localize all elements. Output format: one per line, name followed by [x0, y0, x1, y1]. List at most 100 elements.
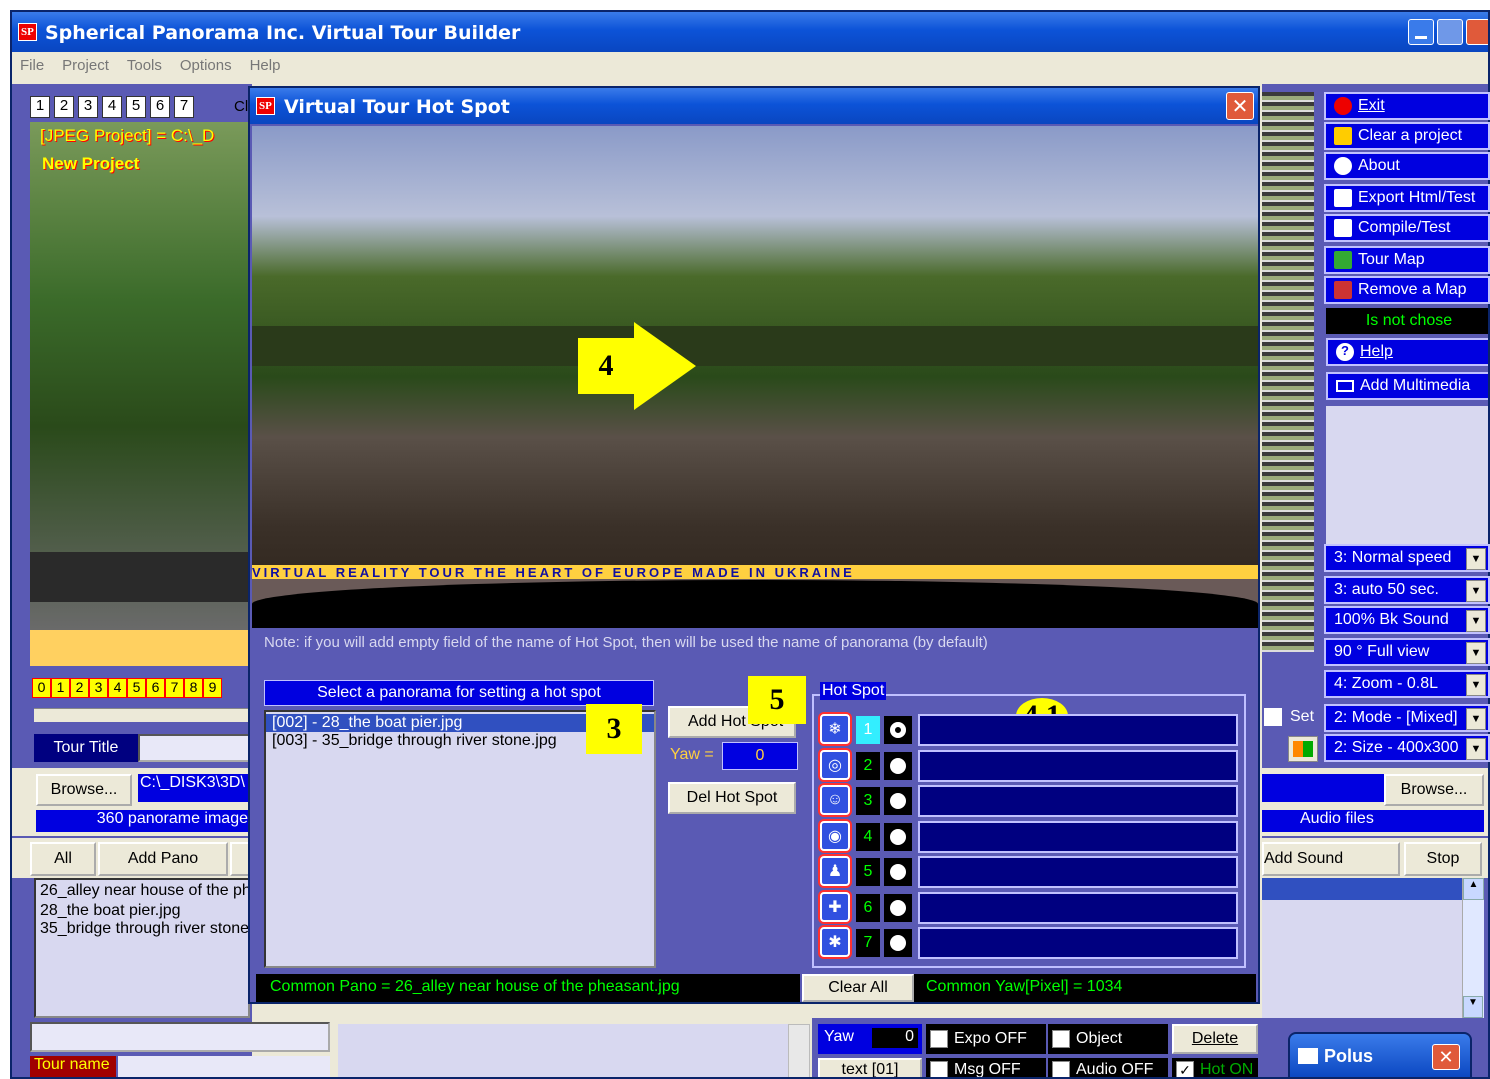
tab-7[interactable]: 7 — [174, 96, 194, 118]
set-checkbox[interactable] — [1264, 708, 1282, 726]
chevron-down-icon[interactable]: ▼ — [1466, 738, 1486, 760]
dropdown-2[interactable]: 100% Bk Sound ▼ — [1324, 606, 1490, 634]
left-bottom-input[interactable] — [30, 1022, 330, 1052]
audio-checkbox[interactable] — [1052, 1060, 1070, 1077]
chevron-down-icon[interactable]: ▼ — [1466, 708, 1486, 730]
right-button-5[interactable]: Tour Map — [1324, 246, 1490, 274]
hot-spot-name-field[interactable] — [918, 820, 1238, 853]
chevron-down-icon[interactable]: ▼ — [1466, 610, 1486, 632]
hot-spot-name-field[interactable] — [918, 785, 1238, 817]
right-button-0[interactable]: Exit — [1324, 92, 1490, 120]
dropdown-3[interactable]: 90 ° Full view ▼ — [1324, 638, 1490, 666]
chevron-down-icon[interactable]: ▼ — [1466, 580, 1486, 602]
color-picker-icon[interactable] — [1288, 736, 1318, 762]
tour-name-input[interactable] — [118, 1056, 330, 1077]
hot-spot-name-field[interactable] — [918, 891, 1238, 924]
hot-spot-radio[interactable] — [884, 929, 912, 957]
runner-icon[interactable]: ✱ — [820, 927, 850, 957]
menu-options[interactable]: Options — [180, 57, 232, 74]
right-button-2[interactable]: About — [1324, 152, 1490, 180]
expo-toggle[interactable]: Expo OFF — [926, 1024, 1046, 1054]
hot-toggle[interactable]: ✓ Hot ON — [1172, 1058, 1258, 1077]
tab-4[interactable]: 4 — [102, 96, 122, 118]
menu-project[interactable]: Project — [62, 57, 109, 74]
hotspot-arrow-icon[interactable] — [634, 322, 696, 410]
dropdown-4[interactable]: 4: Zoom - 0.8L ▼ — [1324, 670, 1490, 698]
smiley-icon[interactable]: ☺ — [820, 785, 850, 815]
minimize-button[interactable] — [1408, 19, 1434, 45]
tab-6[interactable]: 6 — [150, 96, 170, 118]
dropdown-0[interactable]: 3: Normal speed ▼ — [1324, 544, 1490, 572]
tab-3[interactable]: 3 — [78, 96, 98, 118]
hot-spot-radio[interactable] — [884, 787, 912, 815]
right-button-3[interactable]: Export Html/Test — [1324, 184, 1490, 212]
file-list[interactable]: 26_alley near house of the phe 28_the bo… — [34, 878, 250, 1018]
hot-checkbox[interactable]: ✓ — [1176, 1060, 1194, 1077]
msg-toggle[interactable]: Msg OFF — [926, 1058, 1046, 1077]
hot-spot-name-field[interactable] — [918, 856, 1238, 888]
eye-icon[interactable]: ◉ — [820, 820, 850, 851]
maximize-button[interactable] — [1437, 19, 1463, 45]
audio-list[interactable] — [1262, 878, 1462, 1018]
expo-checkbox[interactable] — [930, 1030, 948, 1048]
audio-path-field[interactable] — [1262, 774, 1384, 802]
dialog-close-icon[interactable]: ✕ — [1226, 92, 1254, 120]
panorama-view[interactable]: VIRTUAL REALITY TOUR THE HEART OF EUROPE… — [252, 126, 1258, 628]
bottom-text-area[interactable] — [338, 1024, 788, 1077]
stop-button[interactable]: Stop — [1404, 842, 1482, 876]
snowflake-icon[interactable]: ❄ — [820, 714, 850, 744]
audio-browse-button[interactable]: Browse... — [1384, 774, 1484, 806]
clear-all-button[interactable]: Clear All — [802, 974, 914, 1002]
yaw-value[interactable]: 0 — [872, 1028, 918, 1048]
plus-icon[interactable]: ✚ — [820, 891, 850, 922]
dropdown-6[interactable]: 2: Size - 400x300 ▼ — [1324, 734, 1490, 762]
dialog-yaw-value[interactable]: 0 — [722, 742, 798, 770]
tour-title-input[interactable] — [138, 734, 250, 762]
close-icon[interactable] — [1466, 19, 1488, 45]
hot-spot-name-field[interactable] — [918, 749, 1238, 782]
hot-spot-radio[interactable] — [884, 893, 912, 922]
browse-button[interactable]: Browse... — [36, 774, 132, 806]
help-button[interactable]: ? Help — [1326, 338, 1488, 366]
delete-button[interactable]: Delete — [1172, 1024, 1258, 1054]
msg-checkbox[interactable] — [930, 1060, 948, 1077]
hot-spot-radio[interactable] — [884, 716, 912, 744]
bottom-scrollbar[interactable] — [788, 1024, 810, 1077]
list-item[interactable]: 28_the boat pier.jpg — [36, 902, 248, 920]
dropdown-1[interactable]: 3: auto 50 sec. ▼ — [1324, 576, 1490, 604]
chevron-down-icon[interactable]: ▼ — [1466, 642, 1486, 664]
right-button-6[interactable]: Remove a Map — [1324, 276, 1490, 304]
swirl-icon[interactable]: ◎ — [820, 749, 850, 780]
menu-tools[interactable]: Tools — [127, 57, 162, 74]
object-checkbox[interactable] — [1052, 1030, 1070, 1048]
menu-help[interactable]: Help — [250, 57, 281, 74]
dropdown-5[interactable]: 2: Mode - [Mixed] ▼ — [1324, 704, 1490, 732]
hot-spot-radio[interactable] — [884, 751, 912, 780]
text-button[interactable]: text [01] — [818, 1058, 922, 1077]
polus-close-icon[interactable]: ✕ — [1432, 1044, 1460, 1070]
audio-toggle[interactable]: Audio OFF — [1048, 1058, 1168, 1077]
all-button[interactable]: All — [30, 842, 96, 876]
hot-spot-radio[interactable] — [884, 858, 912, 886]
hot-spot-name-field[interactable] — [918, 927, 1238, 959]
tab-2[interactable]: 2 — [54, 96, 74, 118]
add-sound-button[interactable]: Add Sound — [1262, 842, 1400, 876]
hot-spot-radio[interactable] — [884, 822, 912, 851]
object-toggle[interactable]: Object — [1048, 1024, 1168, 1054]
chevron-down-icon[interactable]: ▼ — [1466, 674, 1486, 696]
add-multimedia-button[interactable]: Add Multimedia — [1326, 372, 1488, 400]
menu-file[interactable]: File — [20, 57, 44, 74]
path-field[interactable]: C:\_DISK3\3D\ — [138, 774, 250, 802]
tab-5[interactable]: 5 — [126, 96, 146, 118]
chevron-down-icon[interactable]: ▼ — [1466, 548, 1486, 570]
list-item[interactable]: 35_bridge through river stone.j — [36, 920, 248, 938]
add-pano-button[interactable]: Add Pano — [98, 842, 228, 876]
audio-scrollbar[interactable]: ▲ ▼ — [1462, 878, 1484, 1018]
right-button-1[interactable]: Clear a project — [1324, 122, 1490, 150]
person-icon[interactable]: ♟ — [820, 856, 850, 886]
del-hot-spot-button[interactable]: Del Hot Spot — [668, 782, 796, 814]
tab-1[interactable]: 1 — [30, 96, 50, 118]
list-item[interactable]: 26_alley near house of the phe — [36, 880, 248, 902]
slider-track[interactable] — [34, 708, 250, 722]
right-button-4[interactable]: Compile/Test — [1324, 214, 1490, 242]
